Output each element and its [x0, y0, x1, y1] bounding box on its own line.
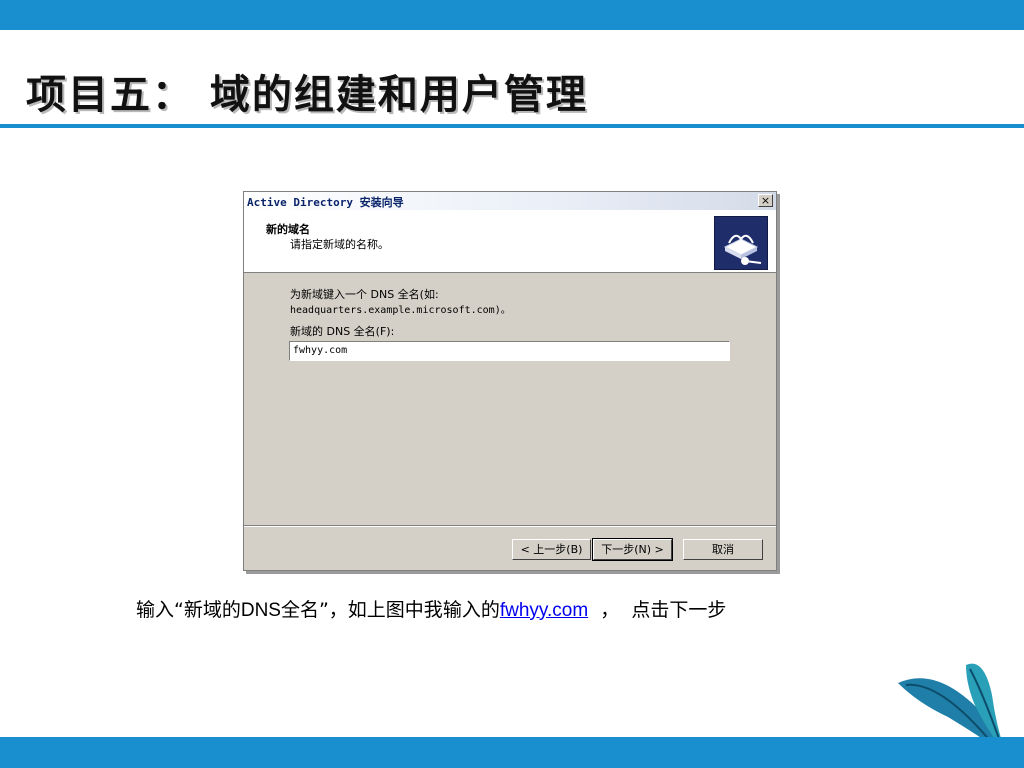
caption-part-1: 输入“新域的: [136, 599, 241, 621]
caption-part-2: DNS: [240, 600, 281, 621]
back-button[interactable]: < 上一步(B): [512, 539, 591, 560]
instruction-line-2: headquarters.example.microsoft.com)。: [290, 305, 511, 316]
book-network-icon: [714, 216, 768, 270]
instruction-line-1: 为新域键入一个 DNS 全名(如:: [290, 288, 439, 301]
wizard-step-title: 新的域名: [266, 223, 310, 236]
wizard-step-subtitle: 请指定新域的名称。: [290, 238, 389, 251]
dns-name-input[interactable]: fwhyy.com: [289, 341, 730, 361]
bottom-accent-bar: [0, 737, 1024, 768]
close-button[interactable]: ×: [758, 194, 773, 207]
next-button[interactable]: 下一步(N) >: [592, 538, 673, 561]
title-underline: [0, 124, 1024, 128]
dialog-titlebar: Active Directory 安装向导 ×: [244, 192, 776, 210]
slide-title: 项目五： 域的组建和用户管理: [26, 72, 588, 118]
domain-link[interactable]: fwhyy.com: [500, 600, 588, 621]
wizard-header: 新的域名 请指定新域的名称。: [244, 210, 776, 273]
caption-part-4: ， 点击下一步: [588, 599, 727, 621]
button-separator: [244, 525, 776, 527]
cancel-button[interactable]: 取消: [683, 539, 763, 560]
slide-caption: 输入“新域的DNS全名”，如上图中我输入的fwhyy.com ， 点击下一步: [136, 595, 726, 622]
dialog-title: Active Directory 安装向导: [247, 196, 404, 209]
ad-install-wizard-dialog: Active Directory 安装向导 × 新的域名 请指定新域的名称。 为…: [243, 191, 777, 571]
caption-part-3: 全名”，如上图中我输入的: [280, 599, 500, 621]
dns-name-label: 新域的 DNS 全名(F):: [290, 325, 395, 338]
top-accent-bar: [0, 0, 1024, 30]
